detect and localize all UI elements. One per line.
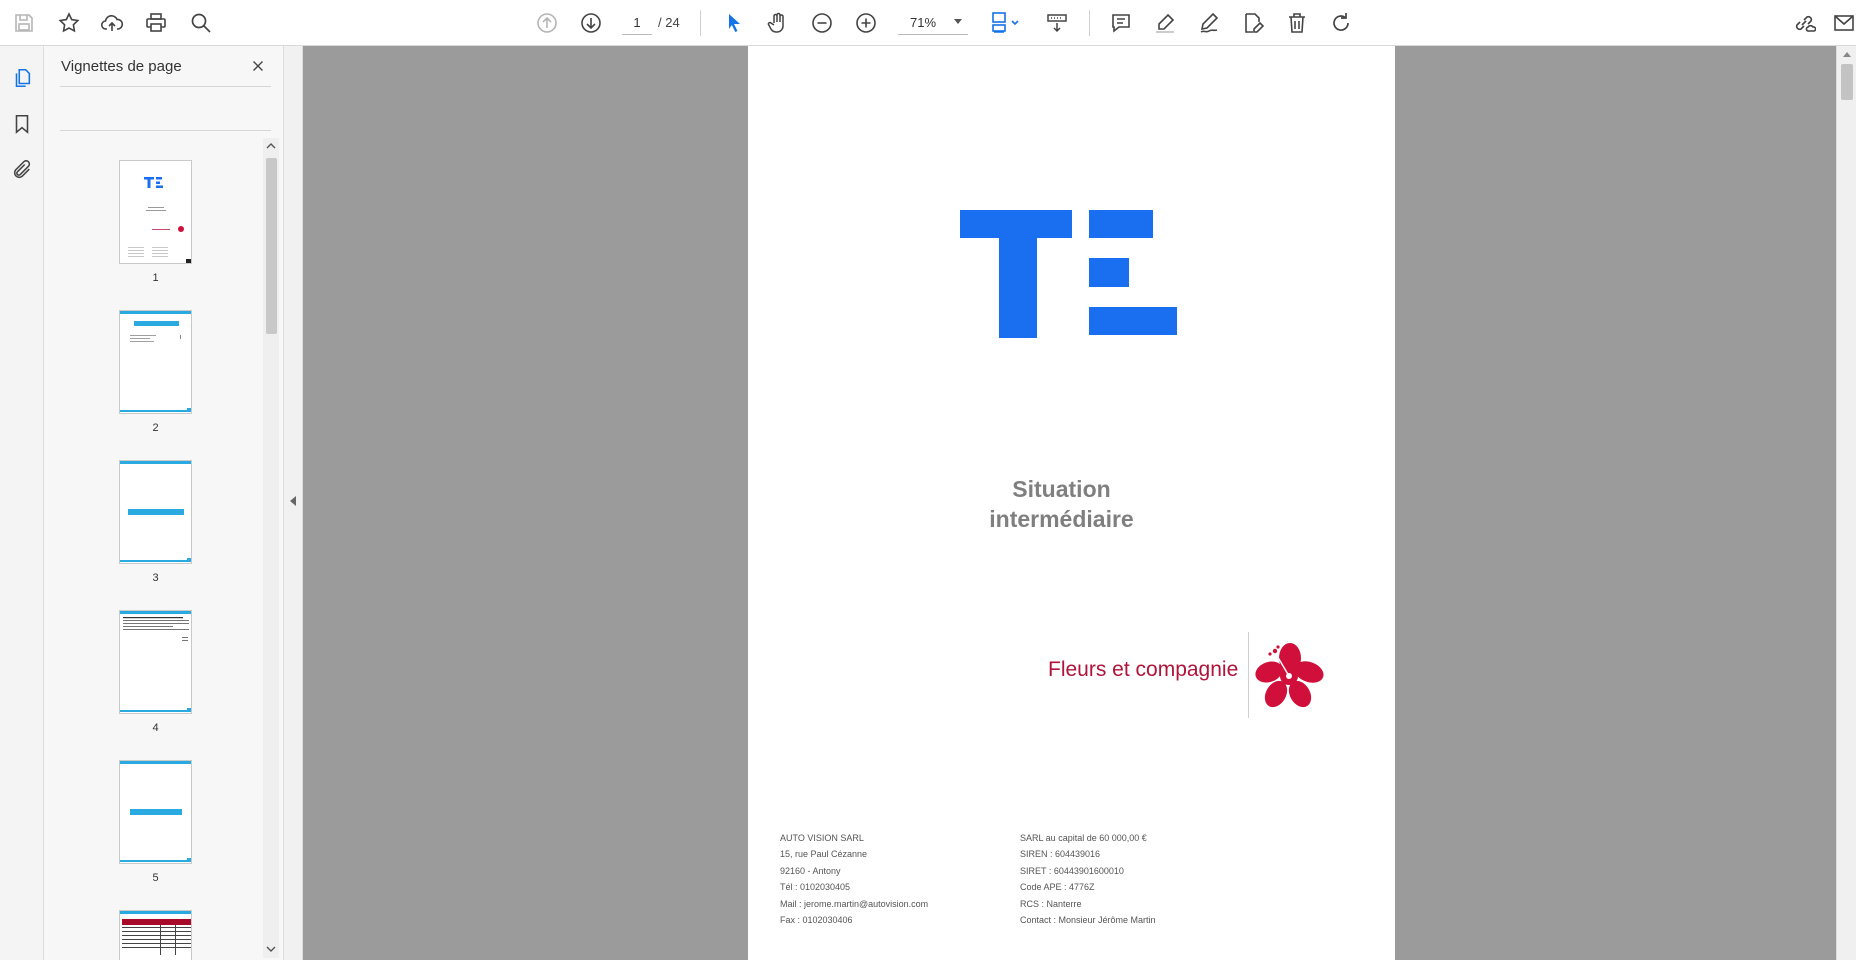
- bookmarks-icon[interactable]: [8, 110, 36, 138]
- hand-tool-icon[interactable]: [762, 7, 794, 39]
- chevron-down-icon: [954, 19, 962, 24]
- zoom-level-value: 71%: [910, 15, 937, 30]
- panel-divider: [60, 86, 271, 87]
- company-info-line: Code APE : 4776Z: [1020, 882, 1095, 893]
- next-page-icon[interactable]: [575, 7, 607, 39]
- page-thumbnails-icon[interactable]: [8, 64, 36, 92]
- scroll-up-icon[interactable]: [1843, 52, 1851, 57]
- delete-trash-icon[interactable]: [1281, 7, 1313, 39]
- email-icon[interactable]: [1832, 7, 1856, 39]
- document-viewport[interactable]: Situation intermédiaire Fleurs et compag…: [303, 46, 1836, 960]
- panel-collapse-handle[interactable]: [284, 46, 303, 960]
- page-thumbnail[interactable]: [119, 760, 192, 864]
- attachments-paperclip-icon[interactable]: [8, 156, 36, 184]
- highlight-pen-icon[interactable]: [1149, 7, 1181, 39]
- scroll-up-icon: [266, 143, 276, 149]
- page-thumbnail[interactable]: [119, 160, 192, 264]
- thumbnail-label: 3: [152, 572, 159, 584]
- main-toolbar: / 24 71%: [0, 0, 1856, 46]
- company-info-line: Mail : jerome.martin@autovision.com: [780, 898, 929, 909]
- company-info-line: Fax : 0102030406: [780, 915, 853, 926]
- collapse-arrow-icon: [290, 496, 296, 506]
- hibiscus-flower-icon: [1255, 643, 1324, 708]
- thumbnail-label: 2: [152, 422, 159, 434]
- thumbnail-scrollbar[interactable]: [263, 138, 279, 958]
- page-total: / 24: [658, 15, 680, 30]
- panel-divider: [60, 130, 271, 131]
- page-thumbnail[interactable]: [119, 610, 192, 714]
- page-number-input[interactable]: [622, 11, 652, 35]
- zoom-level-select[interactable]: 71%: [898, 11, 968, 35]
- page-thumbnail[interactable]: [119, 910, 192, 960]
- brand-name: Fleurs et compagnie: [1048, 658, 1239, 681]
- previous-page-icon[interactable]: [531, 7, 563, 39]
- company-info-line: 92160 - Antony: [780, 865, 841, 876]
- page-fit-icon[interactable]: [985, 7, 1025, 39]
- page-thumbnail[interactable]: [119, 310, 192, 414]
- title-line: intermédiaire: [989, 506, 1134, 532]
- company-info-line: SIREN : 604439016: [1020, 849, 1101, 860]
- scroll-mode-icon[interactable]: [1041, 7, 1073, 39]
- company-info-line: SARL au capital de 60 000,00 €: [1020, 833, 1147, 843]
- scrollbar-thumb[interactable]: [1841, 64, 1853, 100]
- scroll-down-icon: [266, 946, 276, 952]
- document-page: Situation intermédiaire Fleurs et compag…: [748, 46, 1395, 960]
- company-info-line: RCS : Nanterre: [1020, 898, 1082, 909]
- comment-icon[interactable]: [1105, 7, 1137, 39]
- search-icon[interactable]: [185, 7, 217, 39]
- close-icon[interactable]: [246, 54, 270, 78]
- company-info-line: SIRET : 60443901600010: [1020, 865, 1124, 876]
- page-thumbnail[interactable]: [119, 460, 192, 564]
- select-cursor-icon[interactable]: [718, 7, 750, 39]
- toolbar-divider: [1089, 10, 1090, 36]
- brand-divider: [1248, 632, 1249, 718]
- company-info-left: AUTO VISION SARL 15, rue Paul Cézanne 92…: [780, 830, 928, 928]
- save-icon[interactable]: [8, 7, 40, 39]
- document-scrollbar[interactable]: [1836, 46, 1856, 960]
- company-info-line: Tél : 0102030405: [780, 882, 851, 893]
- share-link-icon[interactable]: [1788, 7, 1820, 39]
- document-title: Situation intermédiaire: [748, 474, 1395, 534]
- thumbnail-label: 5: [152, 872, 159, 884]
- company-info-right: SARL au capital de 60 000,00 € SIREN : 6…: [1020, 830, 1156, 928]
- zoom-in-icon[interactable]: [850, 7, 882, 39]
- te-logo: [960, 210, 1177, 338]
- company-info-line: Contact : Monsieur Jérôme Martin: [1020, 915, 1156, 926]
- title-line: Situation: [1012, 476, 1111, 502]
- zoom-out-icon[interactable]: [806, 7, 838, 39]
- scrollbar-thumb[interactable]: [266, 158, 277, 334]
- edit-text-icon[interactable]: [1237, 7, 1269, 39]
- company-info-line: AUTO VISION SARL: [780, 833, 864, 843]
- print-icon[interactable]: [140, 7, 172, 39]
- navigation-rail: [0, 46, 44, 960]
- brand-block: Fleurs et compagnie: [1048, 632, 1348, 722]
- panel-title: Vignettes de page: [61, 58, 182, 75]
- toolbar-divider: [700, 10, 701, 36]
- draw-pen-icon[interactable]: [1193, 7, 1225, 39]
- cloud-upload-icon[interactable]: [96, 7, 128, 39]
- thumbnail-label: 4: [152, 722, 159, 734]
- rotate-icon[interactable]: [1325, 7, 1357, 39]
- page-thumbnails-panel: Vignettes de page 1 2 3 4 5: [44, 46, 284, 960]
- company-info-line: 15, rue Paul Cézanne: [780, 849, 868, 860]
- thumbnail-label: 1: [152, 272, 159, 284]
- bookmark-star-icon[interactable]: [53, 7, 85, 39]
